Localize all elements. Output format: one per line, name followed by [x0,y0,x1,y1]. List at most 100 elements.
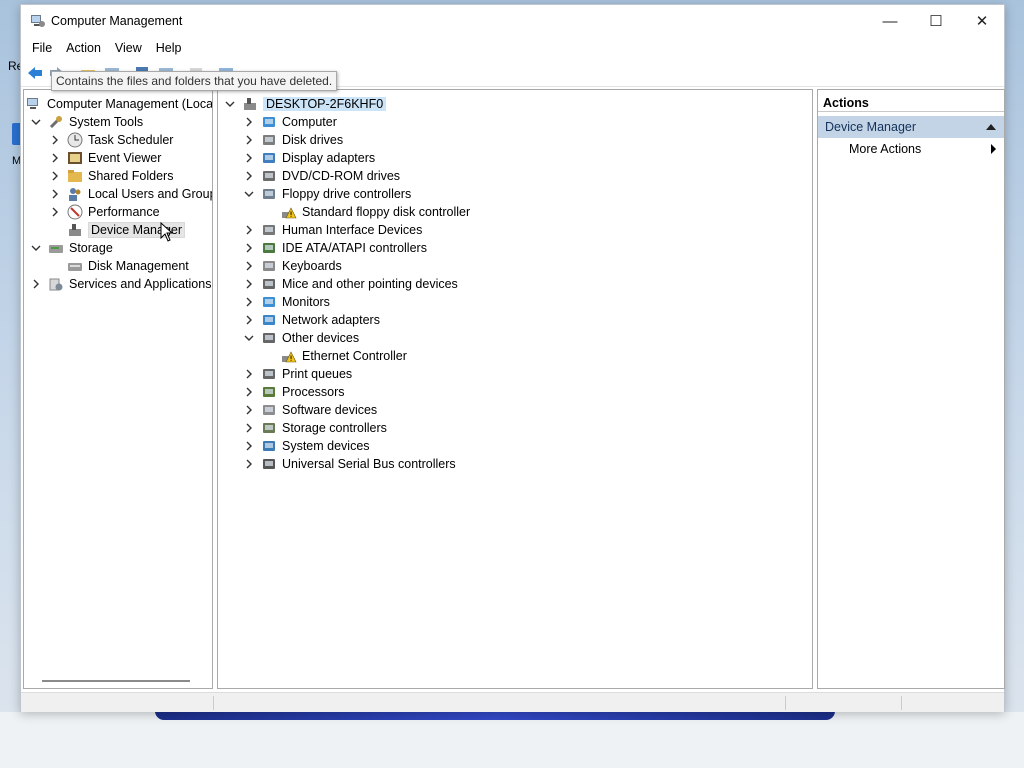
event-viewer-icon [68,152,82,164]
device-category[interactable]: Computer [243,113,337,131]
device-category[interactable]: Floppy drive controllers [243,185,411,203]
tree-label: Services and Applications [69,277,212,291]
chevron-right-icon[interactable] [49,152,61,164]
storage-controller-icon [261,420,277,436]
disk-drive-icon [261,132,277,148]
actions-section-device-manager[interactable]: Device Manager [818,116,1004,138]
printer-icon [261,366,277,382]
device-label: Keyboards [282,259,342,273]
tree-label: Performance [88,205,160,219]
back-arrow-icon[interactable] [26,65,44,81]
chevron-right-icon[interactable] [30,278,42,290]
more-actions-item[interactable]: More Actions [849,142,921,156]
device-category[interactable]: DVD/CD-ROM drives [243,167,400,185]
chevron-right-icon[interactable] [243,458,255,470]
tree-root[interactable]: Computer Management (Local [26,95,212,113]
device-category[interactable]: Human Interface Devices [243,221,422,239]
chevron-right-icon[interactable] [49,170,61,182]
chevron-right-icon[interactable] [243,368,255,380]
computer-management-window: Computer Management — ☐ ✕ File Action Vi… [20,4,1005,712]
device-category[interactable]: Software devices [243,401,377,419]
tree-disk-management[interactable]: Disk Management [67,257,189,275]
collapse-up-icon[interactable] [986,124,996,130]
device-category[interactable]: Monitors [243,293,330,311]
device-item[interactable]: Ethernet Controller [281,347,407,365]
tree-shared-folders[interactable]: Shared Folders [49,167,173,185]
tree-label: Shared Folders [88,169,174,183]
chevron-right-icon[interactable] [243,134,255,146]
tree-label: Local Users and Groups [88,187,213,201]
chevron-right-icon[interactable] [243,314,255,326]
chevron-down-icon[interactable] [243,188,255,200]
close-button[interactable]: ✕ [959,5,1005,37]
chevron-right-icon[interactable] [243,386,255,398]
tree-system-tools[interactable]: System Tools [30,113,143,131]
tree-storage[interactable]: Storage [30,239,113,257]
device-category[interactable]: Mice and other pointing devices [243,275,458,293]
chevron-right-icon[interactable] [243,260,255,272]
device-category[interactable]: IDE ATA/ATAPI controllers [243,239,427,257]
performance-icon [67,204,83,220]
chevron-right-icon[interactable] [243,116,255,128]
actions-pane: Actions Device Manager More Actions [817,89,1005,689]
chevron-right-icon[interactable] [243,440,255,452]
chevron-down-icon[interactable] [30,242,42,254]
chevron-right-icon[interactable] [243,404,255,416]
chevron-right-icon[interactable] [49,206,61,218]
device-category[interactable]: Keyboards [243,257,342,275]
chevron-right-icon[interactable] [49,188,61,200]
device-category[interactable]: Other devices [243,329,359,347]
window-title: Computer Management [51,14,183,28]
device-category[interactable]: Network adapters [243,311,380,329]
maximize-button[interactable]: ☐ [913,5,959,37]
computer-icon [244,98,256,110]
shared-folder-icon [68,170,82,182]
device-item[interactable]: Standard floppy disk controller [281,203,470,221]
tree-local-users[interactable]: Local Users and Groups [49,185,213,203]
title-bar[interactable]: Computer Management — ☐ ✕ [21,5,1004,37]
menu-file[interactable]: File [25,41,59,55]
device-category[interactable]: System devices [243,437,370,455]
monitor-icon [261,114,277,130]
device-root[interactable]: DESKTOP-2F6KHF0 [224,95,387,113]
tree-task-scheduler[interactable]: Task Scheduler [49,131,173,149]
tree-services[interactable]: Services and Applications [30,275,211,293]
chevron-right-icon[interactable] [243,296,255,308]
device-category[interactable]: Disk drives [243,131,343,149]
tree-event-viewer[interactable]: Event Viewer [49,149,161,167]
device-label: Network adapters [282,313,380,327]
device-category[interactable]: Print queues [243,365,352,383]
chevron-down-icon[interactable] [243,332,255,344]
hid-icon [261,222,277,238]
device-label: Software devices [282,403,378,417]
chevron-right-icon[interactable] [49,134,61,146]
tree-label: Disk Management [88,259,189,273]
clock-icon [67,132,83,148]
chevron-right-icon[interactable] [243,224,255,236]
device-category[interactable]: Storage controllers [243,419,387,437]
menu-view[interactable]: View [108,41,149,55]
chevron-right-icon[interactable] [243,422,255,434]
tools-icon [49,116,62,129]
tree-performance[interactable]: Performance [49,203,160,221]
status-bar [21,692,1004,712]
chevron-down-icon[interactable] [30,116,42,128]
chevron-down-icon[interactable] [224,98,236,110]
menu-action[interactable]: Action [59,41,108,55]
chevron-right-icon[interactable] [243,242,255,254]
tree-label: Storage [69,241,113,255]
computer-management-icon [27,98,38,109]
device-category[interactable]: Display adapters [243,149,375,167]
chevron-right-icon[interactable] [243,170,255,182]
device-label: Storage controllers [282,421,387,435]
device-root-label: DESKTOP-2F6KHF0 [263,97,387,111]
device-category[interactable]: Processors [243,383,345,401]
horizontal-scrollbar[interactable] [42,680,190,682]
chevron-right-icon[interactable] [243,152,255,164]
menu-help[interactable]: Help [149,41,189,55]
device-category[interactable]: Universal Serial Bus controllers [243,455,456,473]
device-manager-icon [69,224,81,236]
minimize-button[interactable]: — [867,5,913,37]
device-label: Mice and other pointing devices [282,277,458,291]
chevron-right-icon[interactable] [243,278,255,290]
